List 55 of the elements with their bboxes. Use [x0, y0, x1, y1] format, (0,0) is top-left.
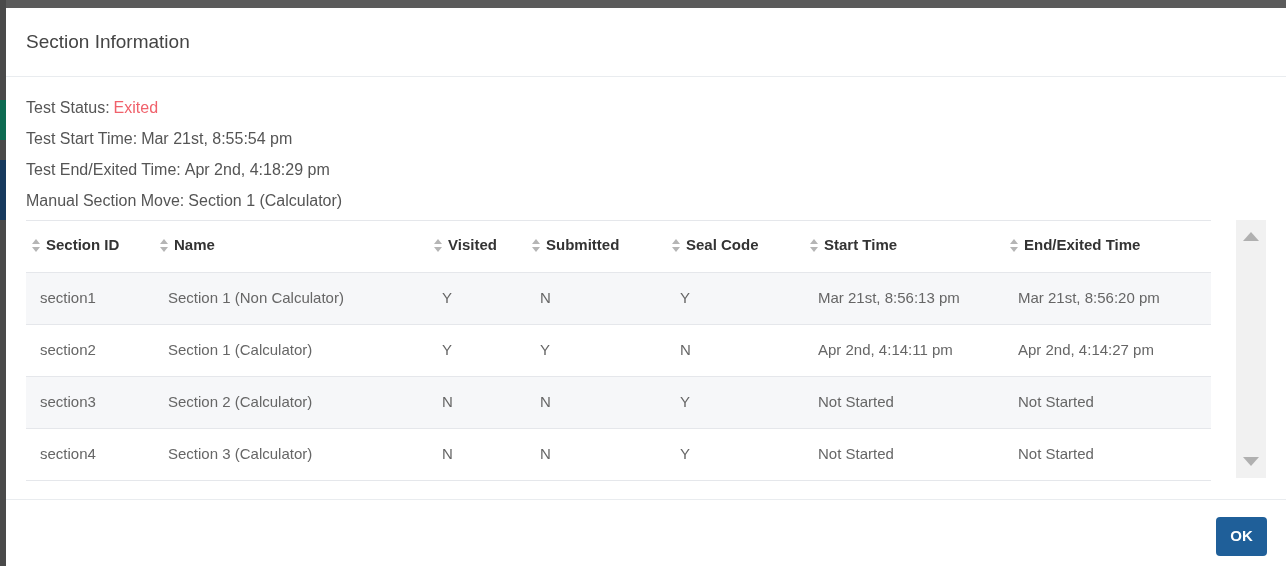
table-cell: Not Started [804, 428, 1004, 481]
table-cell: N [526, 272, 666, 325]
table-cell: Section 3 (Calculator) [154, 428, 428, 481]
sort-icon [434, 238, 442, 252]
table-cell: Mar 21st, 8:56:20 pm [1004, 272, 1211, 325]
table-cell: Apr 2nd, 4:14:11 pm [804, 324, 1004, 377]
table-cell: N [526, 428, 666, 481]
table-cell: N [526, 376, 666, 429]
table-cell: section2 [26, 324, 154, 377]
table-cell: Section 1 (Calculator) [154, 324, 428, 377]
scrollbar[interactable] [1236, 220, 1266, 478]
field-value: Exited [113, 97, 159, 118]
table-cell: Y [428, 324, 526, 377]
field-label: Manual Section Move: [26, 190, 185, 211]
column-header[interactable]: Visited [434, 234, 497, 257]
table-cell: Mar 21st, 8:56:13 pm [804, 272, 1004, 325]
table-cell: Y [526, 324, 666, 377]
sort-icon [672, 238, 680, 252]
ok-button[interactable]: OK [1216, 517, 1267, 556]
field-label: Test End/Exited Time: [26, 159, 181, 180]
field-value: Mar 21st, 8:55:54 pm [141, 128, 293, 149]
table-cell: Section 1 (Non Calculator) [154, 272, 428, 325]
table-cell: section4 [26, 428, 154, 481]
sort-icon [160, 238, 168, 252]
scroll-down-icon[interactable] [1243, 457, 1259, 466]
column-header[interactable]: Submitted [532, 234, 620, 257]
column-header[interactable]: Start Time [810, 234, 898, 257]
table-cell: Not Started [1004, 428, 1211, 481]
table-cell: Section 2 (Calculator) [154, 376, 428, 429]
column-header[interactable]: Name [160, 234, 215, 257]
field-label: Test Start Time: [26, 128, 138, 149]
table-cell: Y [428, 272, 526, 325]
table-cell: Not Started [1004, 376, 1211, 429]
table-cell: Y [666, 428, 804, 481]
table-cell: Y [666, 376, 804, 429]
field-label: Test Status: [26, 97, 110, 118]
dialog-title: Section Information [26, 29, 190, 54]
table-cell: Apr 2nd, 4:14:27 pm [1004, 324, 1211, 377]
column-header[interactable]: End/Exited Time [1010, 234, 1141, 257]
sort-icon [532, 238, 540, 252]
column-header[interactable]: Section ID [32, 234, 120, 257]
table-cell: N [666, 324, 804, 377]
table-cell: N [428, 428, 526, 481]
sort-icon [32, 238, 40, 252]
sort-icon [1010, 238, 1018, 252]
table-cell: section3 [26, 376, 154, 429]
table-cell: Y [666, 272, 804, 325]
scroll-up-icon[interactable] [1243, 232, 1259, 241]
field-value: Apr 2nd, 4:18:29 pm [184, 159, 330, 180]
table-cell: N [428, 376, 526, 429]
column-header[interactable]: Seal Code [672, 234, 759, 257]
sort-icon [810, 238, 818, 252]
field-value: Section 1 (Calculator) [188, 190, 343, 211]
table-cell: Not Started [804, 376, 1004, 429]
table-cell: section1 [26, 272, 154, 325]
